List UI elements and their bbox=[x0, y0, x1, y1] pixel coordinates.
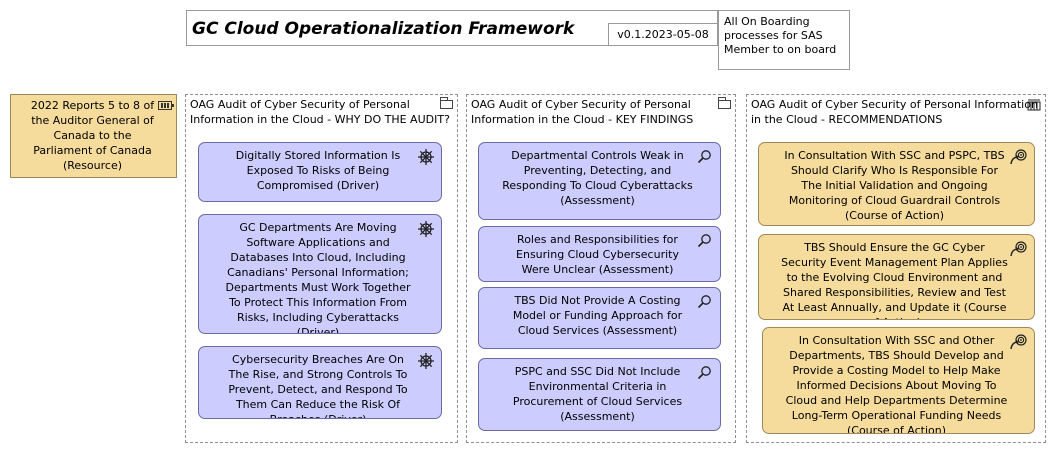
action-text: TBS Should Ensure the GC Cyber Security … bbox=[781, 241, 1008, 319]
action-event-management-plan[interactable]: TBS Should Ensure the GC Cyber Security … bbox=[758, 234, 1035, 320]
action-text: In Consultation With SSC and PSPC, TBS S… bbox=[784, 149, 1005, 222]
assessment-text: PSPC and SSC Did Not Include Environment… bbox=[512, 365, 683, 423]
group-label-key-findings: OAG Audit of Cyber Security of Personal … bbox=[471, 98, 694, 126]
action-clarify-guardrail-responsibility[interactable]: In Consultation With SSC and PSPC, TBS S… bbox=[758, 142, 1035, 226]
course-of-action-icon bbox=[1010, 149, 1027, 165]
assessment-no-costing-model[interactable]: TBS Did Not Provide A Costing Model or F… bbox=[478, 287, 721, 349]
group-label-why: OAG Audit of Cyber Security of Personal … bbox=[190, 98, 450, 126]
group-label-recommendations: OAG Audit of Cyber Security of Personal … bbox=[751, 98, 1038, 126]
assessment-icon bbox=[697, 295, 711, 309]
diagram-title: GC Cloud Operationalization Framework bbox=[192, 19, 575, 39]
assessment-roles-responsibilities-unclear[interactable]: Roles and Responsibilities for Ensuring … bbox=[478, 226, 721, 282]
folder-icon bbox=[718, 97, 731, 109]
course-of-action-icon bbox=[1010, 334, 1027, 350]
driver-text: Cybersecurity Breaches Are On The Rise, … bbox=[228, 353, 408, 418]
battery-icon bbox=[158, 101, 174, 110]
assessment-text: Departmental Controls Weak in Preventing… bbox=[502, 149, 693, 207]
driver-text: Digitally Stored Information Is Exposed … bbox=[235, 149, 401, 192]
driver-digitally-stored-information[interactable]: Digitally Stored Information Is Exposed … bbox=[198, 142, 442, 202]
assessment-no-environmental-criteria[interactable]: PSPC and SSC Did Not Include Environment… bbox=[478, 358, 721, 431]
assessment-icon bbox=[697, 366, 711, 380]
driver-text: GC Departments Are Moving Software Appli… bbox=[225, 221, 411, 334]
onboarding-note: All On Boarding processes for SAS Member… bbox=[718, 10, 850, 70]
assessment-text: TBS Did Not Provide A Costing Model or F… bbox=[512, 294, 683, 337]
driver-icon bbox=[418, 149, 434, 165]
driver-icon bbox=[418, 353, 434, 369]
resource-auditor-general-reports[interactable]: 2022 Reports 5 to 8 of the Auditor Gener… bbox=[10, 94, 177, 178]
building-icon bbox=[1027, 99, 1041, 111]
assessment-icon bbox=[697, 150, 711, 164]
driver-cybersecurity-breaches-rising[interactable]: Cybersecurity Breaches Are On The Rise, … bbox=[198, 346, 442, 419]
course-of-action-icon bbox=[1010, 241, 1027, 257]
action-develop-costing-model[interactable]: In Consultation With SSC and Other Depar… bbox=[762, 327, 1035, 434]
assessment-departmental-controls-weak[interactable]: Departmental Controls Weak in Preventing… bbox=[478, 142, 721, 220]
resource-text: 2022 Reports 5 to 8 of the Auditor Gener… bbox=[30, 99, 155, 172]
driver-icon bbox=[418, 221, 434, 237]
action-text: In Consultation With SSC and Other Depar… bbox=[785, 334, 1008, 434]
driver-gc-departments-moving-to-cloud[interactable]: GC Departments Are Moving Software Appli… bbox=[198, 214, 442, 334]
version-label: v0.1.2023-05-08 bbox=[608, 23, 718, 46]
folder-icon bbox=[440, 97, 453, 109]
assessment-text: Roles and Responsibilities for Ensuring … bbox=[516, 233, 679, 276]
assessment-icon bbox=[697, 234, 711, 248]
